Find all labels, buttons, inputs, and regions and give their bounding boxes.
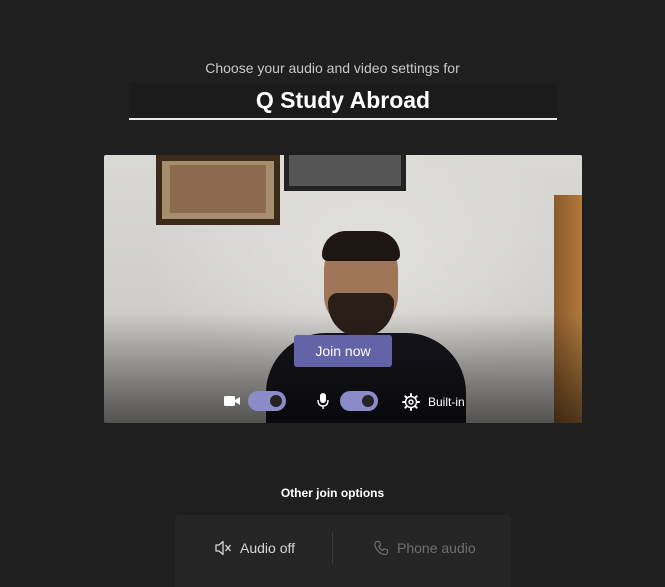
phone-audio-label: Phone audio <box>397 539 476 556</box>
meeting-name-field[interactable]: Q Study Abroad <box>129 83 557 120</box>
microphone-icon <box>316 392 330 410</box>
other-join-options-title: Other join options <box>280 486 385 500</box>
join-now-button[interactable]: Join now <box>294 335 392 367</box>
device-label: Built-in <box>428 395 465 409</box>
gear-icon <box>402 393 420 411</box>
photo-frame <box>156 155 280 225</box>
microphone-toggle[interactable] <box>340 391 378 411</box>
audio-off-label: Audio off <box>240 539 296 556</box>
camera-toggle[interactable] <box>248 391 286 411</box>
options-divider <box>332 532 333 564</box>
meeting-name: Q Study Abroad <box>255 87 431 113</box>
other-join-options-panel: Audio off Phone audio <box>175 515 511 587</box>
phone-audio-option[interactable]: Phone audio <box>373 515 476 580</box>
video-preview <box>104 155 582 423</box>
device-settings-button[interactable]: Built-in <box>402 392 465 412</box>
photo-frame-2 <box>284 155 406 191</box>
phone-icon <box>374 540 389 555</box>
subtitle: Choose your audio and video settings for <box>205 60 460 76</box>
camera-icon <box>223 393 241 409</box>
speaker-off-icon <box>215 540 231 555</box>
audio-off-option[interactable]: Audio off <box>214 515 295 580</box>
